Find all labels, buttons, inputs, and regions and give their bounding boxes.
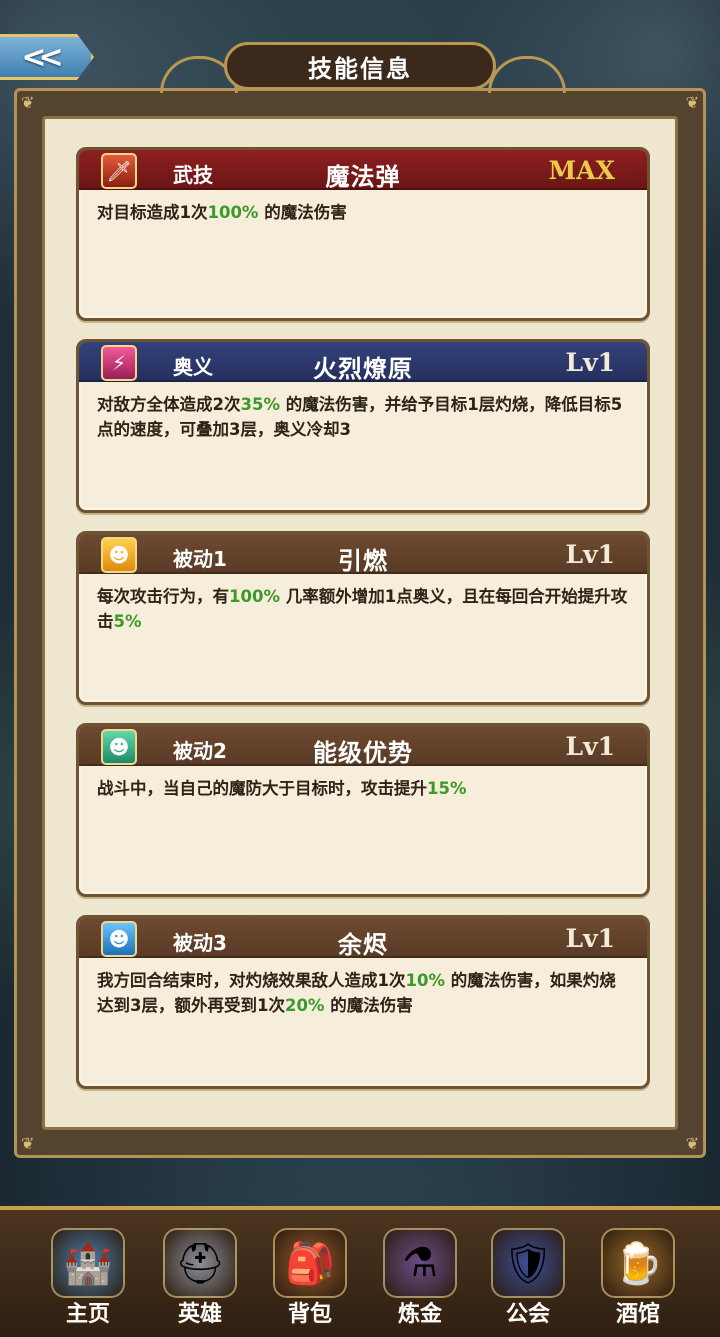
description-text: 的魔法伤害 bbox=[324, 996, 413, 1015]
skill-description: 对敌方全体造成2次35% 的魔法伤害，并给予目标1层灼烧，降低目标5点的速度，可… bbox=[79, 382, 647, 442]
skill-level: Lv1 bbox=[565, 732, 616, 761]
skill-card: ☻ 被动2 能级优势 Lv1 战斗中，当自己的魔防大于目标时，攻击提升15% bbox=[76, 723, 650, 897]
skill-name: 引燃 bbox=[338, 547, 388, 575]
back-arrow-icon: << bbox=[21, 39, 63, 75]
skill-description: 战斗中，当自己的魔防大于目标时，攻击提升15% bbox=[79, 766, 647, 801]
nav-item-1[interactable]: ⛑ 英雄 bbox=[152, 1224, 248, 1334]
skill-card: ☻ 被动1 引燃 Lv1 每次攻击行为，有100% 几率额外增加1点奥义，且在每… bbox=[76, 531, 650, 705]
guild-shield-icon: 🛡 bbox=[491, 1228, 565, 1298]
nav-label: 背包 bbox=[287, 1302, 332, 1327]
nav-label: 酒馆 bbox=[615, 1302, 660, 1327]
description-text: 我方回合结束时，对灼烧效果敌人造成1次 bbox=[97, 971, 406, 990]
title-banner: 技能信息 bbox=[224, 42, 496, 90]
skill-description: 对目标造成1次100% 的魔法伤害 bbox=[79, 190, 647, 225]
nav-item-0[interactable]: 🏰 主页 bbox=[40, 1224, 136, 1334]
skill-level: Lv1 bbox=[565, 540, 616, 569]
description-text: 每次攻击行为，有 bbox=[97, 587, 229, 606]
nav-label: 主页 bbox=[65, 1302, 110, 1327]
highlight-value: 10% bbox=[405, 971, 445, 990]
nav-label: 炼金 bbox=[397, 1302, 442, 1327]
description-text: 对目标造成1次 bbox=[97, 203, 208, 222]
skill-level: MAX bbox=[548, 156, 615, 185]
skill-header: ☻ 被动3 余烬 Lv1 bbox=[79, 918, 647, 959]
highlight-value: 100% bbox=[229, 587, 280, 606]
description-text: 的魔法伤害 bbox=[258, 203, 347, 222]
nav-label: 公会 bbox=[505, 1302, 550, 1327]
skill-card: ⚡ 奥义 火烈燎原 Lv1 对敌方全体造成2次35% 的魔法伤害，并给予目标1层… bbox=[76, 339, 650, 513]
highlight-value: 5% bbox=[113, 612, 142, 631]
bottom-nav: 🏰 主页 ⛑ 英雄 🎒 背包 ⚗ 炼金 🛡 公会 🍺 酒馆 bbox=[0, 1206, 720, 1337]
corner-ornament-icon: ❦ bbox=[685, 93, 699, 112]
page-title: 技能信息 bbox=[308, 54, 412, 83]
backpack-icon: 🎒 bbox=[273, 1228, 347, 1298]
highlight-value: 15% bbox=[427, 779, 467, 798]
corner-ornament-icon: ❦ bbox=[685, 1134, 699, 1153]
highlight-value: 20% bbox=[284, 996, 325, 1015]
skill-level: Lv1 bbox=[565, 924, 616, 953]
highlight-value: 100% bbox=[207, 203, 259, 222]
skill-card: ☻ 被动3 余烬 Lv1 我方回合结束时，对灼烧效果敌人造成1次10% 的魔法伤… bbox=[76, 915, 650, 1089]
skill-name: 余烬 bbox=[338, 931, 388, 959]
corner-ornament-icon: ❦ bbox=[21, 93, 35, 112]
nav-item-5[interactable]: 🍺 酒馆 bbox=[590, 1224, 686, 1334]
nav-item-2[interactable]: 🎒 背包 bbox=[262, 1224, 358, 1334]
skill-name: 能级优势 bbox=[313, 739, 413, 767]
description-text: 战斗中，当自己的魔防大于目标时，攻击提升 bbox=[97, 779, 427, 798]
highlight-value: 35% bbox=[240, 395, 280, 414]
skill-card: 🗡 武技 魔法弹 MAX 对目标造成1次100% 的魔法伤害 bbox=[76, 147, 650, 321]
corner-ornament-icon: ❦ bbox=[21, 1134, 35, 1153]
castle-icon: 🏰 bbox=[51, 1228, 125, 1298]
back-button[interactable]: << bbox=[0, 34, 94, 80]
nav-label: 英雄 bbox=[177, 1302, 222, 1327]
skill-level: Lv1 bbox=[565, 348, 616, 377]
skill-header: 🗡 武技 魔法弹 MAX bbox=[79, 150, 647, 191]
skill-header: ⚡ 奥义 火烈燎原 Lv1 bbox=[79, 342, 647, 383]
knight-helmet-icon: ⛑ bbox=[163, 1228, 237, 1298]
description-text: 对敌方全体造成2次 bbox=[97, 395, 241, 414]
skill-description: 每次攻击行为，有100% 几率额外增加1点奥义，且在每回合开始提升攻击5% bbox=[79, 574, 647, 634]
skill-name: 火烈燎原 bbox=[313, 355, 413, 383]
skill-description: 我方回合结束时，对灼烧效果敌人造成1次10% 的魔法伤害，如果灼烧达到3层，额外… bbox=[79, 958, 647, 1018]
beer-mug-icon: 🍺 bbox=[601, 1228, 675, 1298]
potion-icon: ⚗ bbox=[383, 1228, 457, 1298]
skill-header: ☻ 被动1 引燃 Lv1 bbox=[79, 534, 647, 575]
nav-item-4[interactable]: 🛡 公会 bbox=[480, 1224, 576, 1334]
skill-header: ☻ 被动2 能级优势 Lv1 bbox=[79, 726, 647, 767]
nav-item-3[interactable]: ⚗ 炼金 bbox=[372, 1224, 468, 1334]
